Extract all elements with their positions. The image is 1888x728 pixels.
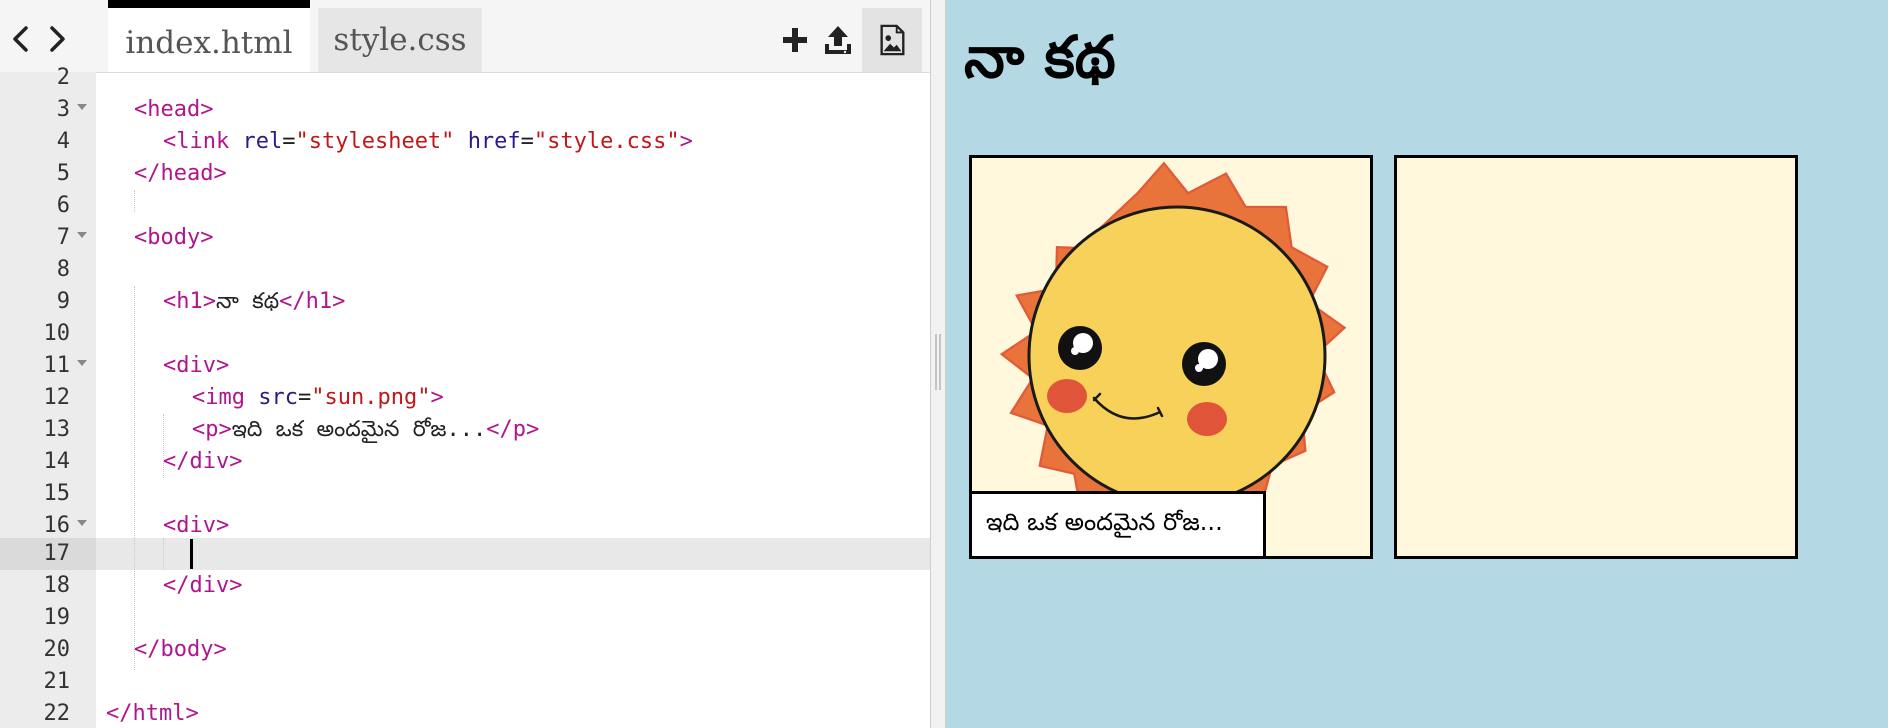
fold-arrow-icon[interactable] [77,360,87,366]
line-number: 5 [56,161,70,186]
indent-guide [134,286,135,670]
fold-arrow-icon[interactable] [77,520,87,526]
line-number-gutter: 2 3 4 5 6 7 8 9 10 11 12 13 14 15 16 17 … [0,65,96,728]
line-number: 18 [43,573,71,598]
code-line-9: <h1>నా కథ</h1> [163,289,346,314]
text-cursor [190,539,193,569]
comic-panel-empty [1394,155,1798,559]
line-number: 22 [43,701,71,726]
line-number: 15 [43,481,71,506]
indent-guide [163,538,164,570]
line-number: 14 [43,449,71,474]
code-line-16: <div> [163,513,230,538]
fold-arrow-icon[interactable] [77,104,87,110]
chevron-right-icon[interactable] [44,22,70,56]
line-number: 21 [43,669,71,694]
line-number: 11 [43,353,71,378]
image-icon[interactable] [862,8,922,72]
code-line-4: <link rel="stylesheet" href="style.css"> [163,129,693,154]
tab-index-html[interactable]: index.html [108,0,310,72]
line-number: 9 [56,289,70,314]
plus-icon[interactable] [778,16,812,64]
upload-icon[interactable] [818,16,858,64]
code-line-12: <img src="sun.png"> [192,385,444,410]
code-line-20: </body> [134,637,227,662]
editor-toolbar: index.html style.css [0,0,930,73]
line-number: 19 [43,605,71,630]
line-number: 3 [56,97,70,122]
line-number: 7 [56,225,70,250]
line-number: 2 [56,65,70,90]
fold-arrow-icon[interactable] [77,232,87,238]
code-line-11: <div> [163,353,230,378]
code-line-7: <body> [134,225,214,250]
code-line-22: </html> [106,701,199,726]
code-line-13: <p>ఇది ఒక అందమైన రోజ...</p> [192,417,540,442]
code-editor-pane: index.html style.css 2 3 4 5 6 7 8 9 10 … [0,0,930,728]
active-line-highlight [96,538,930,570]
line-number: 12 [43,385,71,410]
line-number: 17 [43,541,71,566]
code-area[interactable]: <head> <link rel="stylesheet" href="styl… [96,72,930,728]
indent-guide [134,190,135,212]
code-line-5: </head> [134,161,227,186]
line-number: 4 [56,129,70,154]
line-number: 20 [43,637,71,662]
code-line-3: <head> [134,97,214,122]
line-number: 13 [43,417,71,442]
pane-splitter[interactable] [930,0,946,728]
tab-style-css[interactable]: style.css [318,8,482,72]
comic-panel: ఇది ఒక అందమైన రోజ... [969,155,1373,559]
page-title: నా కథ [964,23,1116,91]
code-line-14: </div> [163,449,243,474]
chevron-left-icon[interactable] [8,22,34,56]
line-number: 10 [43,321,71,346]
panel-caption: ఇది ఒక అందమైన రోజ... [969,491,1266,559]
line-number: 8 [56,257,70,282]
code-line-18: </div> [163,573,243,598]
splitter-grip-icon [935,334,941,390]
line-number: 6 [56,193,70,218]
output-preview-pane: నా కథ ఇది ఒక అందమైన రోజ... [946,0,1888,728]
